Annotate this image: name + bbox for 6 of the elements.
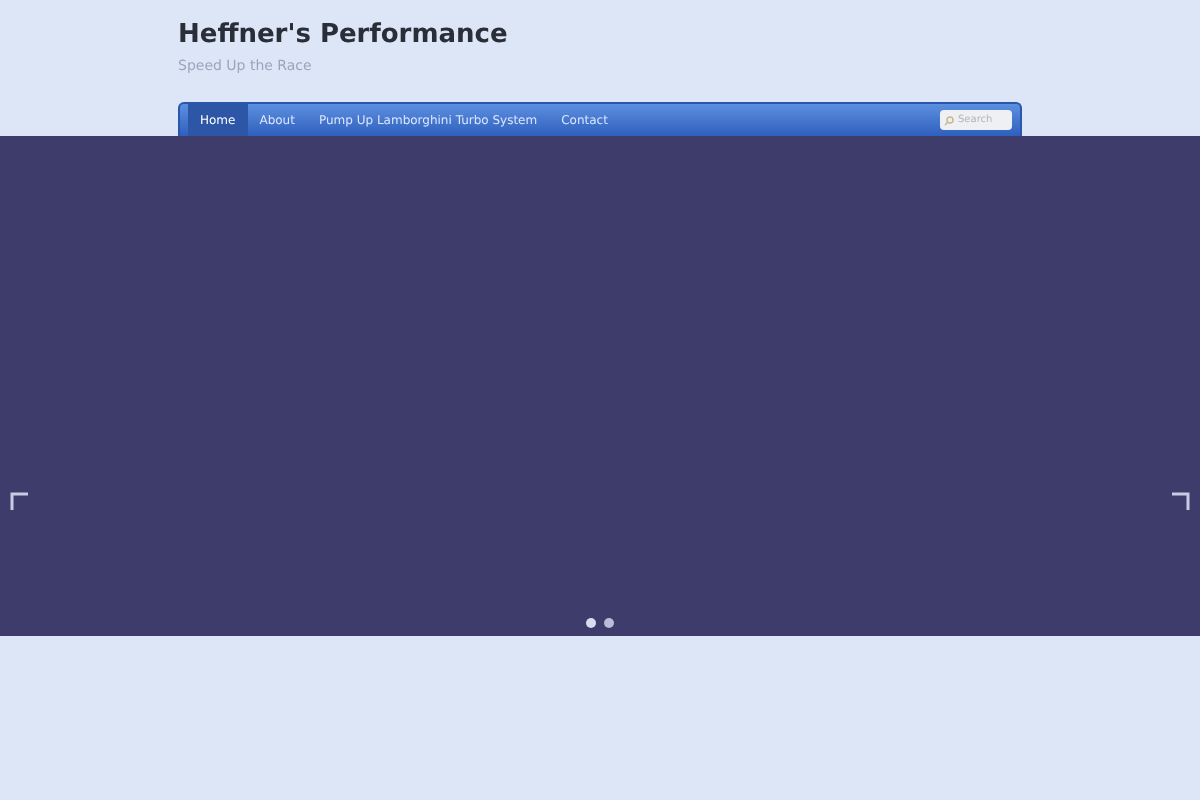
slider-dot[interactable] [604,618,614,628]
slider-dot[interactable] [586,618,596,628]
next-icon[interactable] [1172,492,1190,510]
prev-icon[interactable] [10,492,28,510]
site-title[interactable]: Heffner's Performance [178,20,1022,52]
search-icon [944,115,954,125]
